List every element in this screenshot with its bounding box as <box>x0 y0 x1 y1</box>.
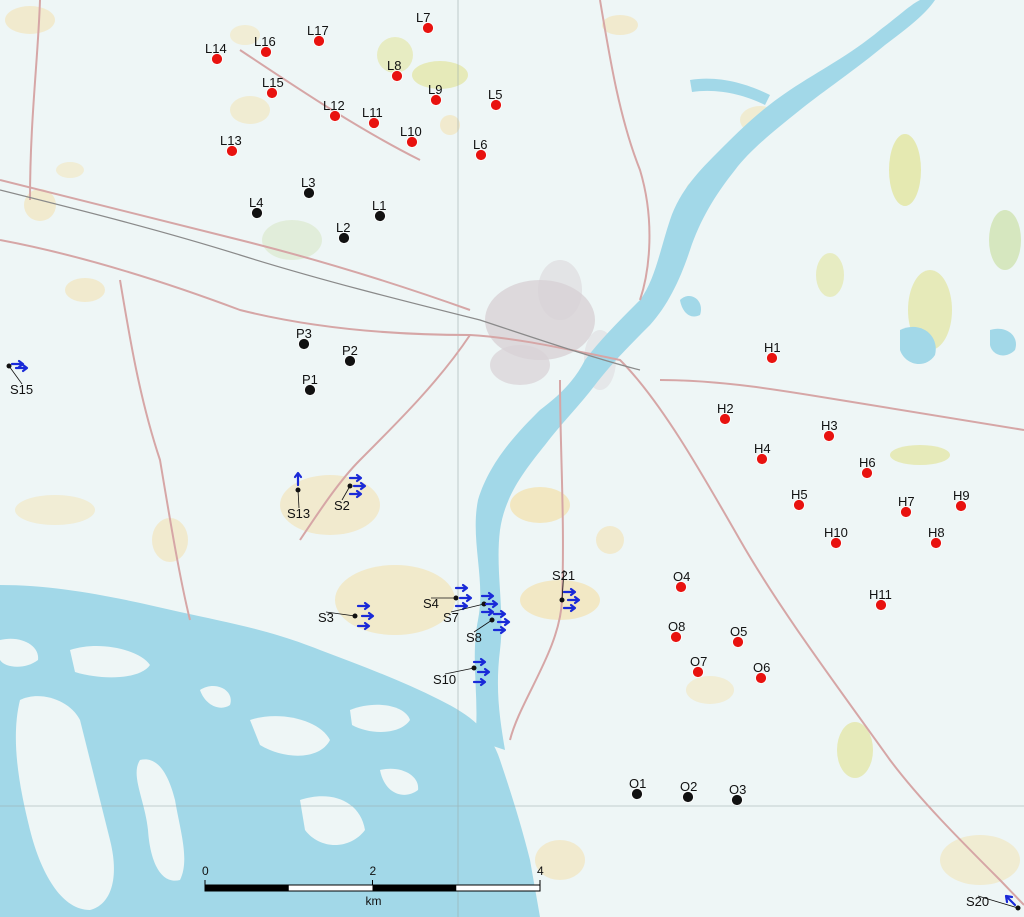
point-label: H1 <box>764 340 781 355</box>
station-marker[interactable] <box>489 617 495 623</box>
point-label: O3 <box>729 782 746 797</box>
point-label: H9 <box>953 488 970 503</box>
scale-tick-label: 4 <box>537 864 544 878</box>
station-label: S4 <box>423 596 439 611</box>
point-label: L4 <box>249 195 263 210</box>
point-label: O6 <box>753 660 770 675</box>
point-label: L15 <box>262 75 284 90</box>
point-label: L5 <box>488 87 502 102</box>
station-marker[interactable] <box>347 483 353 489</box>
point-label: L10 <box>400 124 422 139</box>
point-label: L14 <box>205 41 227 56</box>
point-label: O5 <box>730 624 747 639</box>
station-label: S21 <box>552 568 575 583</box>
point-label: H11 <box>869 587 892 602</box>
point-label: L2 <box>336 220 350 235</box>
station-label: S13 <box>287 506 310 521</box>
point-label: L17 <box>307 23 329 38</box>
point-label: P3 <box>296 326 312 341</box>
point-label: L7 <box>416 10 430 25</box>
point-label: O8 <box>668 619 685 634</box>
scale-tick-label: 0 <box>202 864 209 878</box>
scale-bar-segment <box>205 885 289 891</box>
station-label: S2 <box>334 498 350 513</box>
point-label: L13 <box>220 133 242 148</box>
station-label: S3 <box>318 610 334 625</box>
point-label: L3 <box>301 175 315 190</box>
point-label: H10 <box>824 525 848 540</box>
point-label: O1 <box>629 776 646 791</box>
station-label: S8 <box>466 630 482 645</box>
point-label: L11 <box>362 105 383 120</box>
station-label: S15 <box>10 382 33 397</box>
point-label: L12 <box>323 98 345 113</box>
point-label: L16 <box>254 34 276 49</box>
point-label: H3 <box>821 418 838 433</box>
point-label: O2 <box>680 779 697 794</box>
point-label: P1 <box>302 372 318 387</box>
station-marker[interactable] <box>471 665 477 671</box>
point-label: H6 <box>859 455 876 470</box>
station-marker[interactable] <box>559 597 565 603</box>
map-canvas[interactable]: L7 L17 L14 L16 L8 L15 L9 L5 L12 L11 L10 L13 L6 H1 H2 H3… <box>0 0 1024 917</box>
map-svg: L7L17L14 L16L8L15 L9 L5L12 L11L10L13 L6H1H2H3… <box>0 0 1024 917</box>
point-label: L8 <box>387 58 401 73</box>
point-label: H7 <box>898 494 915 509</box>
point-label: H2 <box>717 401 734 416</box>
scale-tick-label: 2 <box>370 864 377 878</box>
station-label: S20 <box>966 894 989 909</box>
point-label: H8 <box>928 525 945 540</box>
station-marker[interactable] <box>1015 905 1021 911</box>
point-label: H5 <box>791 487 808 502</box>
station-marker[interactable] <box>453 595 459 601</box>
point-label: H4 <box>754 441 771 456</box>
scale-bar-segment <box>372 885 457 891</box>
point-label: L9 <box>428 82 442 97</box>
point-label: L6 <box>473 137 487 152</box>
station-marker[interactable] <box>352 613 358 619</box>
station-marker[interactable] <box>6 363 12 369</box>
station-label: S10 <box>433 672 456 687</box>
point-label: O7 <box>690 654 707 669</box>
point-label: O4 <box>673 569 690 584</box>
scale-unit-label: km <box>366 894 382 908</box>
point-label: P2 <box>342 343 358 358</box>
point-label: L1 <box>372 198 386 213</box>
station-label: S7 <box>443 610 459 625</box>
station-marker[interactable] <box>295 487 301 493</box>
